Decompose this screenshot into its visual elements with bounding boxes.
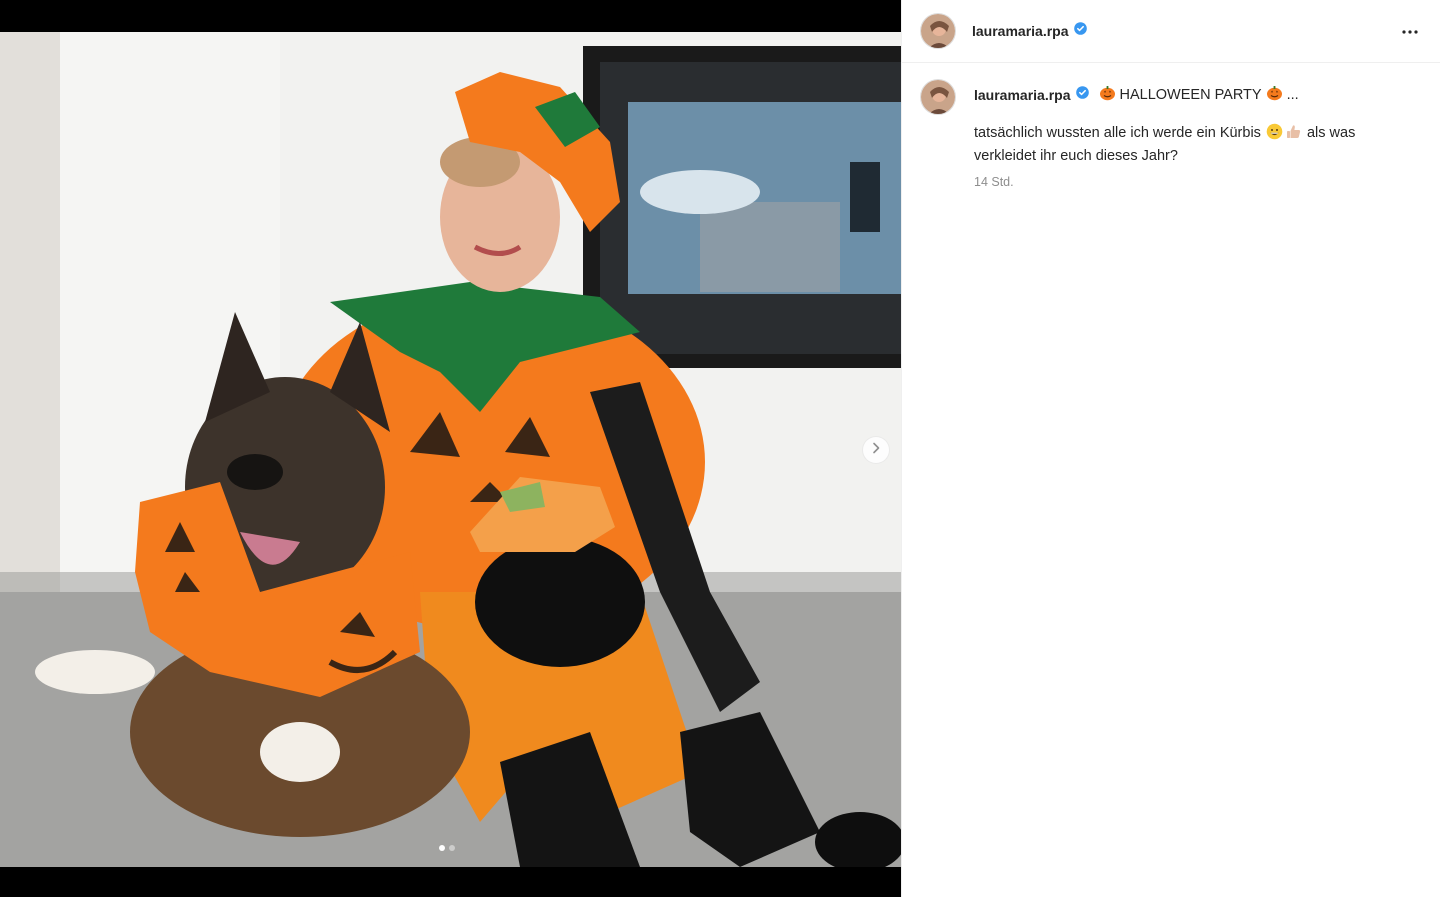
caption-avatar[interactable]	[920, 79, 956, 115]
caption-body: lauramaria.rpa HALLOWEEN PARTY ... tatsä…	[974, 79, 1404, 192]
username[interactable]: lauramaria.rpa	[972, 23, 1069, 39]
pumpkin-emoji-icon	[1266, 84, 1283, 107]
post-container: lauramaria.rpa lauramaria.rpa HALLOWEEN …	[0, 0, 1440, 897]
caption-headline-text: HALLOWEEN PARTY	[1119, 87, 1262, 103]
carousel-dot-active	[439, 845, 445, 851]
caption: lauramaria.rpa HALLOWEEN PARTY ... tatsä…	[902, 63, 1440, 192]
post-details-panel: lauramaria.rpa lauramaria.rpa HALLOWEEN …	[901, 0, 1440, 897]
caption-text: tatsächlich wussten alle ich werde ein K…	[974, 123, 1404, 166]
avatar[interactable]	[920, 13, 956, 49]
chevron-right-icon	[870, 441, 882, 459]
carousel-dot	[449, 845, 455, 851]
halloween-photo	[0, 32, 901, 867]
carousel-next-button[interactable]	[862, 436, 890, 464]
carousel-indicator	[439, 845, 455, 851]
verified-badge-icon	[1075, 85, 1089, 105]
post-header: lauramaria.rpa	[902, 0, 1440, 63]
caption-username[interactable]: lauramaria.rpa	[974, 85, 1071, 105]
post-media	[0, 0, 901, 897]
caption-headline: HALLOWEEN PARTY ...	[1095, 84, 1299, 107]
caption-ellipsis: ...	[1286, 87, 1299, 103]
verified-badge-icon	[1073, 22, 1087, 40]
caption-headline-row: lauramaria.rpa HALLOWEEN PARTY ...	[974, 85, 1404, 105]
more-options-button[interactable]	[1398, 19, 1422, 43]
ellipsis-icon	[1401, 22, 1419, 40]
pumpkin-emoji-icon	[1099, 84, 1116, 107]
post-photo[interactable]	[0, 32, 901, 867]
thumbs-up-emoji-icon	[1285, 123, 1302, 146]
caption-text-before: tatsächlich wussten alle ich werde ein K…	[974, 125, 1261, 141]
post-timestamp[interactable]: 14 Std.	[974, 172, 1404, 192]
grinning-face-emoji-icon	[1266, 123, 1283, 146]
